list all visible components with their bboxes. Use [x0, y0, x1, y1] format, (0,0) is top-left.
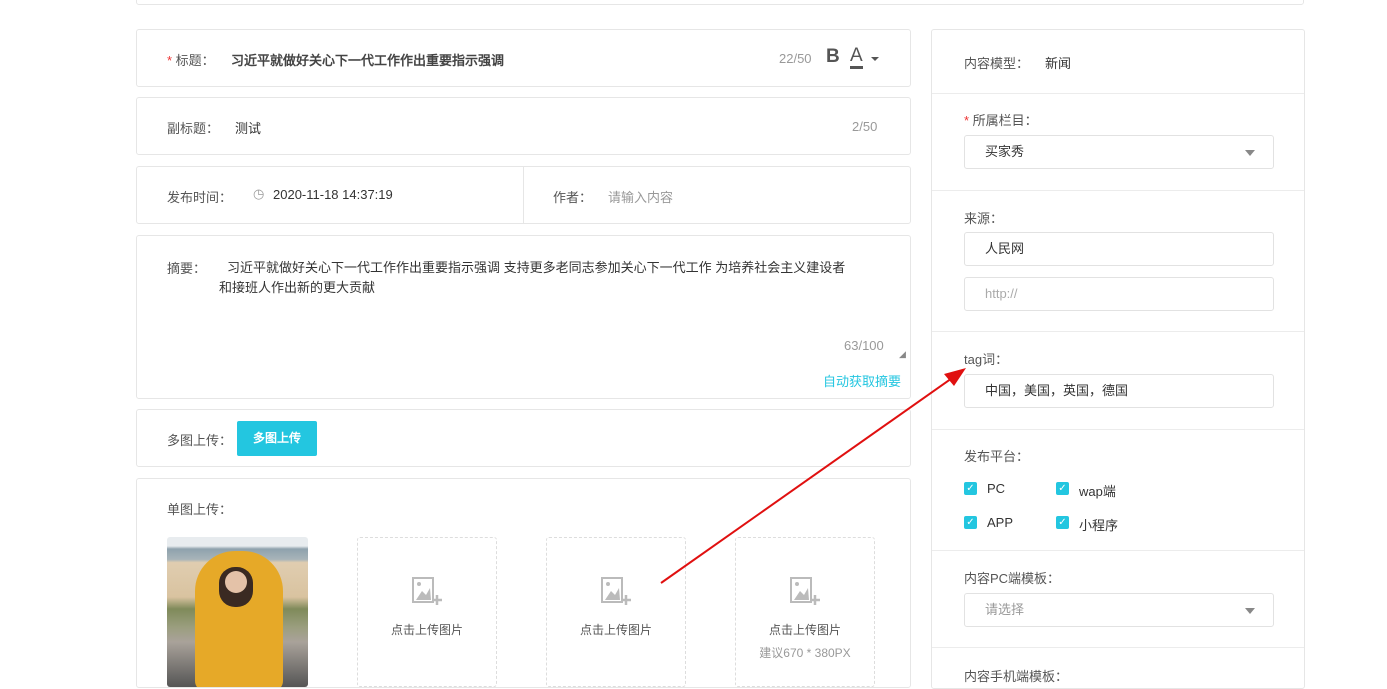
annotation-arrow-icon — [660, 368, 966, 584]
